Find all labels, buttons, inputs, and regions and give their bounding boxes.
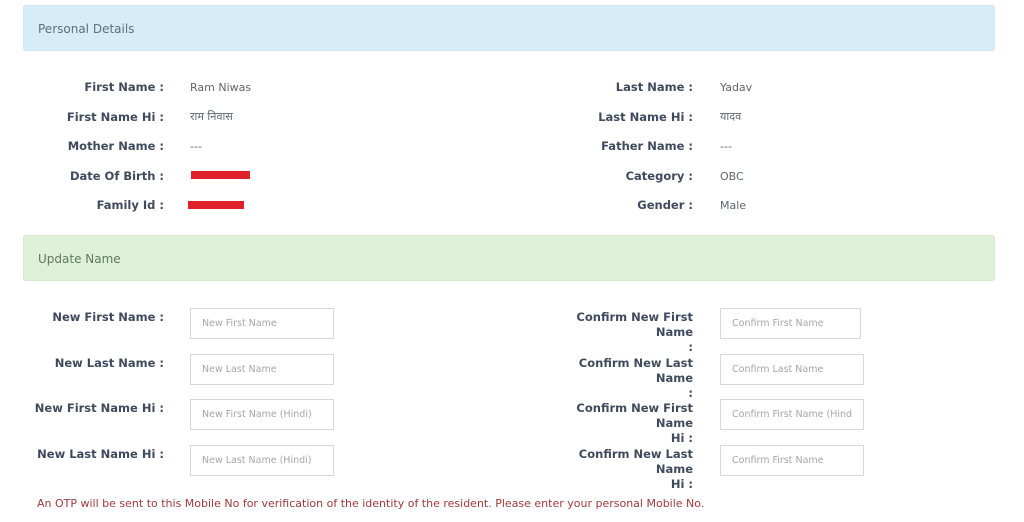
first-name-hi-label: First Name Hi :: [66, 110, 164, 124]
confirm-new-first-name-label: Confirm New First Name :: [540, 310, 693, 355]
new-last-name-label: New Last Name :: [54, 356, 164, 370]
confirm-new-first-name-label-line2: :: [688, 340, 693, 354]
date-of-birth-redaction: [191, 171, 250, 179]
new-last-name-input[interactable]: [190, 354, 334, 385]
mother-name-value: ---: [190, 140, 202, 153]
confirm-new-last-name-input[interactable]: [720, 354, 864, 385]
new-first-name-label: New First Name :: [52, 310, 164, 324]
new-first-name-input[interactable]: [190, 308, 334, 339]
family-id-label: Family Id :: [96, 198, 164, 212]
confirm-new-first-name-hi-label-line1: Confirm New First Name: [576, 401, 693, 430]
new-last-name-hi-input[interactable]: [190, 445, 334, 476]
confirm-new-last-name-label-line2: :: [688, 386, 693, 400]
category-label: Category :: [625, 169, 693, 183]
new-first-name-hi-label: New First Name Hi :: [34, 401, 164, 415]
otp-notice: An OTP will be sent to this Mobile No fo…: [37, 497, 705, 510]
family-id-redaction: [188, 201, 244, 209]
father-name-value: ---: [720, 140, 732, 153]
new-last-name-hi-label: New Last Name Hi :: [37, 447, 164, 461]
confirm-new-first-name-hi-label: Confirm New First Name Hi :: [540, 401, 693, 446]
personal-details-title: Personal Details: [38, 22, 135, 36]
last-name-value: Yadav: [720, 81, 753, 94]
confirm-new-first-name-input[interactable]: [720, 308, 861, 339]
gender-value: Male: [720, 199, 747, 212]
confirm-new-last-name-hi-label: Confirm New Last Name Hi :: [540, 447, 693, 492]
first-name-hi-value: राम निवास: [190, 110, 233, 123]
confirm-new-first-name-hi-input[interactable]: [720, 399, 864, 430]
last-name-hi-label: Last Name Hi :: [598, 110, 693, 124]
last-name-label: Last Name :: [615, 80, 693, 94]
father-name-label: Father Name :: [601, 139, 693, 153]
update-name-title: Update Name: [38, 252, 121, 266]
confirm-new-last-name-hi-label-line2: Hi :: [670, 477, 693, 491]
last-name-hi-value: यादव: [720, 110, 742, 123]
gender-label: Gender :: [637, 198, 693, 212]
confirm-new-last-name-label: Confirm New Last Name :: [540, 356, 693, 401]
update-name-header: Update Name: [23, 235, 995, 281]
confirm-new-first-name-hi-label-line2: Hi :: [670, 431, 693, 445]
category-value: OBC: [720, 170, 744, 183]
confirm-new-last-name-hi-input[interactable]: [720, 445, 864, 476]
date-of-birth-label: Date Of Birth :: [69, 169, 164, 183]
confirm-new-last-name-hi-label-line1: Confirm New Last Name: [578, 447, 693, 476]
confirm-new-first-name-label-line1: Confirm New First Name: [576, 310, 693, 339]
mother-name-label: Mother Name :: [67, 139, 164, 153]
personal-details-header: Personal Details: [23, 5, 995, 51]
first-name-value: Ram Niwas: [190, 81, 252, 94]
confirm-new-last-name-label-line1: Confirm New Last Name: [578, 356, 693, 385]
first-name-label: First Name :: [84, 80, 164, 94]
new-first-name-hi-input[interactable]: [190, 399, 334, 430]
